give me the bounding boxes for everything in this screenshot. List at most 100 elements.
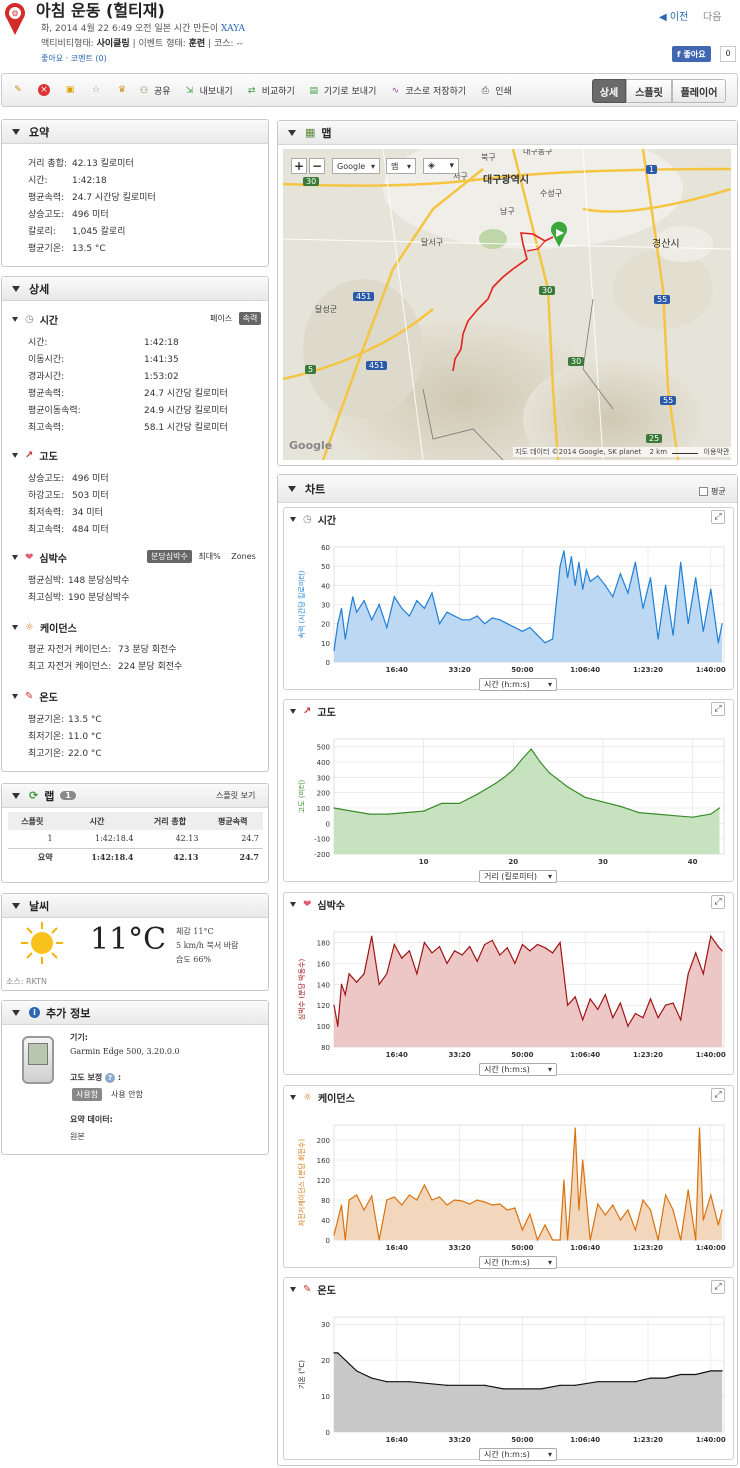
summary-header[interactable]: 요약 [2, 120, 268, 144]
elev-correction-off-button[interactable]: 사용 안함 [111, 1089, 143, 1100]
x-axis-select[interactable]: 시간 (h:m:s) ▾ [479, 1063, 557, 1076]
map-terms-link[interactable]: 이용약관 [704, 448, 730, 456]
send-to-device-button[interactable]: ▤ 기기로 보내기 [308, 84, 377, 98]
badge-icon[interactable]: ♛ [116, 84, 128, 96]
zoom-in-button[interactable]: + [291, 158, 307, 174]
comment-link[interactable]: 코멘트 (0) [71, 54, 107, 63]
heart-section-header[interactable]: ❤ 심박수 [12, 550, 67, 565]
save-as-course-button[interactable]: ∿ 코스로 저장하기 [389, 84, 467, 98]
x-axis-select[interactable]: 거리 (킬로미터) ▾ [479, 870, 557, 883]
details-header[interactable]: 상세 [2, 277, 268, 301]
like-link[interactable]: 좋아요 [41, 54, 63, 63]
table-row[interactable]: 1 1:42:18.4 42.13 24.7 [8, 830, 263, 848]
expand-chart-icon[interactable]: ⤢ [711, 1280, 725, 1294]
delete-icon[interactable]: × [38, 84, 50, 96]
help-icon[interactable]: ? [105, 1073, 116, 1083]
elev-correction-label: 고도 보정 [70, 1073, 103, 1082]
stat-row: 최고속력: 58.1 시간당 킬로미터 [28, 420, 228, 433]
weather-header[interactable]: 날씨 [2, 894, 268, 918]
map-type-select[interactable]: 맵 ▾ [386, 158, 416, 174]
temperature-chart[interactable]: 0 10 20 30 16:40 33:20 50:00 1:06:40 1:23:20 1:40… [286, 1300, 731, 1460]
view-player-tab[interactable]: 플레이어 [672, 79, 726, 103]
cadence-chart[interactable]: 0 40 80 120 160 200 16:40 33:20 50:00 1:06:40 1:23… [286, 1108, 731, 1268]
map-provider-select[interactable]: Google ▾ [332, 158, 380, 174]
collapse-triangle-icon [290, 709, 296, 714]
heart-rate-chart[interactable]: 80 100 120 140 160 180 16:40 33:20 50:00 1:06:40 1… [286, 915, 731, 1075]
stat-value: 503 미터 [72, 491, 109, 501]
bpm-toggle[interactable]: 분당심박수 [147, 550, 192, 563]
data-point [371, 1377, 373, 1379]
device-label: 기기: [70, 1033, 88, 1042]
data-point [431, 952, 433, 954]
elev-correction-on-button[interactable]: 사용함 [72, 1088, 103, 1101]
speed-chart-header[interactable]: ◷ 시간 [290, 512, 336, 527]
elevation-section-header[interactable]: ↗ 고도 [12, 448, 58, 463]
stat-value: 1:53:02 [144, 372, 179, 382]
export-button[interactable]: ⇲ 내보내기 [184, 84, 233, 98]
elevation-chart[interactable]: -200 -100 0 100 200 300 400 500 10 20 30 40 고도 (미터) [286, 722, 731, 882]
data-point [438, 623, 441, 625]
y-tick-label: 160 [317, 960, 330, 968]
data-point [416, 973, 418, 975]
data-point [461, 954, 463, 956]
data-point [340, 607, 343, 609]
temperature-chart-header[interactable]: ✎ 온도 [290, 1282, 336, 1297]
view-details-tab[interactable]: 상세 [592, 79, 626, 103]
time-section-header[interactable]: ◷ 시간 [12, 312, 58, 327]
stat-value: 24.9 시간당 킬로미터 [144, 406, 228, 416]
data-point [521, 1229, 524, 1231]
pace-toggle[interactable]: 페이스 [206, 312, 236, 325]
facebook-like-button[interactable]: f 좋아요 [672, 46, 711, 62]
data-point [348, 1199, 350, 1201]
split-view-link[interactable]: 스플릿 보기 [216, 790, 255, 801]
collapse-triangle-icon [12, 792, 20, 799]
next-button[interactable]: 다음 [703, 8, 721, 23]
data-point [386, 973, 388, 975]
data-point [634, 561, 637, 563]
data-point [337, 623, 339, 625]
temperature-section-header[interactable]: ✎ 온도 [12, 689, 58, 704]
x-tick-label: 16:40 [386, 1051, 408, 1059]
data-point [446, 1384, 448, 1386]
map-layers-button[interactable]: ◈ ▾ [423, 158, 459, 174]
compare-button[interactable]: ⇄ 비교하기 [246, 84, 295, 98]
x-axis-select[interactable]: 시간 (h:m:s) ▾ [479, 1448, 557, 1461]
zones-toggle[interactable]: Zones [227, 551, 260, 562]
lock-icon[interactable]: ▣ [64, 84, 76, 96]
max-percent-toggle[interactable]: 최대% [194, 550, 224, 563]
data-point [536, 634, 539, 636]
activity-pin-icon: ⚙ [4, 2, 26, 36]
cadence-chart-header[interactable]: ☼ 케이던스 [290, 1090, 355, 1105]
print-button[interactable]: ⎙ 인쇄 [479, 84, 512, 98]
average-checkbox[interactable] [699, 487, 708, 496]
expand-chart-icon[interactable]: ⤢ [711, 510, 725, 524]
stat-value: 1:42:18 [72, 176, 107, 186]
speed-toggle[interactable]: 속력 [238, 312, 262, 325]
share-button[interactable]: ⚇ 공유 [138, 84, 171, 98]
expand-chart-icon[interactable]: ⤢ [711, 1088, 725, 1102]
x-axis-select[interactable]: 시간 (h:m:s) ▾ [479, 678, 557, 691]
view-splits-tab[interactable]: 스플릿 [626, 79, 672, 103]
extra-info-header[interactable]: i 추가 정보 [2, 1001, 268, 1025]
data-point [702, 1219, 704, 1221]
map-header[interactable]: ▦ 맵 [278, 121, 737, 145]
elevation-chart-header[interactable]: ↗ 고도 [290, 704, 336, 719]
expand-chart-icon[interactable]: ⤢ [711, 702, 725, 716]
stat-value: 11.0 °C [68, 732, 102, 742]
edit-pencil-icon[interactable]: ✎ [12, 84, 24, 96]
prev-button[interactable]: ◀ 이전 [659, 8, 688, 23]
device-value: Garmin Edge 500, 3.20.0.0 [70, 1047, 180, 1056]
route-map[interactable]: 대구광역시 경산시 북구 남구 수성구 달서구 달성군 서구 대구동구 30 3… [283, 149, 731, 460]
cadence-section-header[interactable]: ☼ 케이던스 [12, 620, 77, 635]
expand-chart-icon[interactable]: ⤢ [711, 895, 725, 909]
star-icon[interactable]: ☆ [90, 84, 102, 96]
heart-rate-chart-header[interactable]: ❤ 심박수 [290, 897, 345, 912]
author-link[interactable]: XAYA [221, 24, 245, 34]
average-label: 평균 [711, 487, 726, 496]
speed-chart[interactable]: 0 10 20 30 40 50 60 16:40 33:20 50:00 1:06:40 1:23:… [286, 530, 731, 690]
x-axis-select[interactable]: 시간 (h:m:s) ▾ [479, 1256, 557, 1269]
charts-header[interactable]: 차트 [278, 475, 737, 503]
sun-icon [20, 921, 64, 965]
laps-count-badge: 1 [60, 791, 76, 800]
zoom-out-button[interactable]: − [309, 158, 325, 174]
